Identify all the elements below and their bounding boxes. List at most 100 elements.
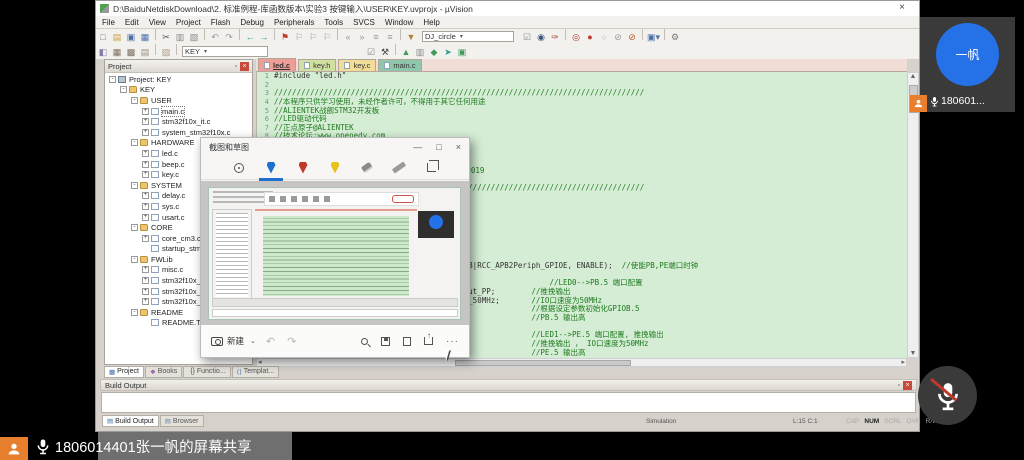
bookmark-prev-icon[interactable]: ⚐	[293, 31, 305, 44]
expand-icon[interactable]: +	[142, 203, 149, 210]
menu-flash[interactable]: Flash	[211, 18, 231, 27]
expand-icon[interactable]: +	[142, 129, 149, 136]
expand-icon[interactable]: +	[142, 161, 149, 168]
close-icon[interactable]: ×	[456, 142, 461, 152]
flash-check-icon[interactable]: ☑	[365, 46, 377, 59]
funnel-icon[interactable]: ▼	[405, 31, 417, 44]
chevron-down-icon[interactable]: ⌄	[250, 337, 256, 345]
pin-icon[interactable]: ▫	[235, 63, 237, 70]
menu-view[interactable]: View	[149, 18, 166, 27]
indent-right-icon[interactable]: »	[356, 31, 368, 44]
scroll-down-icon[interactable]: ▼	[908, 350, 918, 357]
redo-icon[interactable]: ↷	[287, 335, 296, 348]
editor-tab-led-c[interactable]: led.c	[258, 58, 296, 71]
indent-left-icon[interactable]: «	[342, 31, 354, 44]
dock-tab--functio-[interactable]: {} Functio...	[183, 366, 230, 378]
window-layout-icon[interactable]: ▣▾	[647, 31, 660, 44]
collapse-icon[interactable]: -	[131, 256, 138, 263]
collapse-icon[interactable]: -	[131, 182, 138, 189]
output-tab-build-output[interactable]: ▤Build Output	[102, 415, 159, 427]
share-icon[interactable]	[424, 337, 433, 345]
copy-icon[interactable]: ▥	[174, 31, 186, 44]
bookmark-clear-icon[interactable]: ⚐	[321, 31, 333, 44]
expand-icon[interactable]: +	[142, 214, 149, 221]
comment-icon[interactable]: ≡	[370, 31, 382, 44]
menu-help[interactable]: Help	[423, 18, 439, 27]
paste-icon[interactable]: ▧	[188, 31, 200, 44]
tree-item-user[interactable]: -USER	[105, 95, 252, 106]
redo-icon[interactable]: ↷	[223, 31, 235, 44]
ruler-icon[interactable]	[392, 161, 406, 175]
find-in-files-icon[interactable]: ◉	[535, 31, 547, 44]
undo-icon[interactable]: ↶	[266, 335, 275, 348]
pin-icon[interactable]: ▫	[898, 382, 900, 389]
save-all-icon[interactable]: ▦	[139, 31, 151, 44]
highlighter-icon[interactable]	[328, 161, 342, 175]
rebuild-icon[interactable]: ▩	[125, 46, 137, 59]
grab-hand-icon[interactable]: ✑	[549, 31, 561, 44]
copy-icon[interactable]	[403, 337, 411, 346]
uncomment-icon[interactable]: ≡	[384, 31, 396, 44]
tools-wrench-icon[interactable]: ⚙	[669, 31, 681, 44]
build-output-content[interactable]	[101, 392, 916, 413]
crop-icon[interactable]	[424, 161, 438, 175]
expand-icon[interactable]: +	[142, 298, 149, 305]
batch-build-icon[interactable]: ▤	[139, 46, 151, 59]
minimize-icon[interactable]: —	[413, 142, 422, 152]
expand-icon[interactable]: +	[142, 288, 149, 295]
debug-magnifier-icon[interactable]: ◎	[570, 31, 582, 44]
close-icon[interactable]: ×	[899, 2, 905, 13]
target-select-combo[interactable]: KEY ▾	[182, 46, 268, 57]
open-file-icon[interactable]: ▤	[111, 31, 123, 44]
collapse-icon[interactable]: -	[131, 97, 138, 104]
breakpoint-icon[interactable]: ●	[584, 31, 596, 44]
zoom-icon[interactable]	[361, 338, 368, 345]
horizontal-scrollbar[interactable]: ◂▸	[256, 358, 907, 367]
options-check-icon[interactable]: ☑	[521, 31, 533, 44]
build-icon[interactable]: ▦	[111, 46, 123, 59]
collapse-icon[interactable]: -	[109, 76, 116, 83]
ballpoint-pen-icon[interactable]	[264, 161, 278, 175]
dock-tab-books[interactable]: ❖Books	[145, 366, 182, 378]
stop-build-icon[interactable]: ▨	[160, 46, 172, 59]
scrollbar-thumb[interactable]	[455, 360, 631, 366]
new-file-icon[interactable]: □	[97, 31, 109, 44]
menu-project[interactable]: Project	[176, 18, 201, 27]
snip-titlebar[interactable]: 截图和草图 — □ ×	[201, 138, 469, 156]
expand-icon[interactable]: +	[142, 192, 149, 199]
dock-tab-project[interactable]: ▦Project	[104, 366, 144, 378]
dock-tab-templat-[interactable]: ⟨⟩Templat...	[232, 366, 279, 378]
pencil-icon[interactable]	[296, 161, 310, 175]
menu-tools[interactable]: Tools	[324, 18, 343, 27]
camera-icon[interactable]	[211, 337, 223, 346]
scroll-right-icon[interactable]: ▸	[901, 358, 905, 366]
save-icon[interactable]	[381, 337, 390, 346]
more-options-icon[interactable]: ···	[446, 336, 459, 347]
collapse-icon[interactable]: -	[131, 309, 138, 316]
vertical-scrollbar[interactable]: ▲▼	[907, 72, 919, 358]
breakpoint-disabled-icon[interactable]: ○	[598, 31, 610, 44]
bookmark-next-icon[interactable]: ⚐	[307, 31, 319, 44]
collapse-icon[interactable]: -	[131, 224, 138, 231]
expand-icon[interactable]: +	[142, 118, 149, 125]
forward-icon[interactable]: →	[258, 31, 270, 44]
pack-installer-icon[interactable]: ▣	[456, 46, 468, 59]
back-icon[interactable]: ←	[244, 31, 256, 44]
editor-tab-key-c[interactable]: key.c	[338, 59, 376, 71]
new-snip-button[interactable]: 新建	[227, 335, 244, 347]
close-icon[interactable]: ×	[903, 381, 912, 390]
muted-microphone-button[interactable]	[918, 366, 977, 425]
eraser-icon[interactable]	[360, 161, 374, 175]
expand-icon[interactable]: +	[142, 235, 149, 242]
manage-items-icon[interactable]: ▥	[414, 46, 426, 59]
editor-tab-key-h[interactable]: key.h	[298, 59, 336, 71]
tree-item-stm32f10x-it-c[interactable]: +stm32f10x_it.c	[105, 116, 252, 127]
uvision-titlebar[interactable]: D:\BaiduNetdiskDownload\2. 标准例程-库函数版本\实验…	[96, 1, 919, 16]
menu-window[interactable]: Window	[385, 18, 413, 27]
touch-writing-icon[interactable]	[232, 161, 246, 175]
expand-icon[interactable]: +	[142, 277, 149, 284]
breakpoint-kill-icon[interactable]: ⊘	[612, 31, 624, 44]
maximize-icon[interactable]: □	[436, 142, 441, 152]
output-tab-browser[interactable]: ▤Browser	[160, 415, 204, 427]
menu-svcs[interactable]: SVCS	[353, 18, 375, 27]
